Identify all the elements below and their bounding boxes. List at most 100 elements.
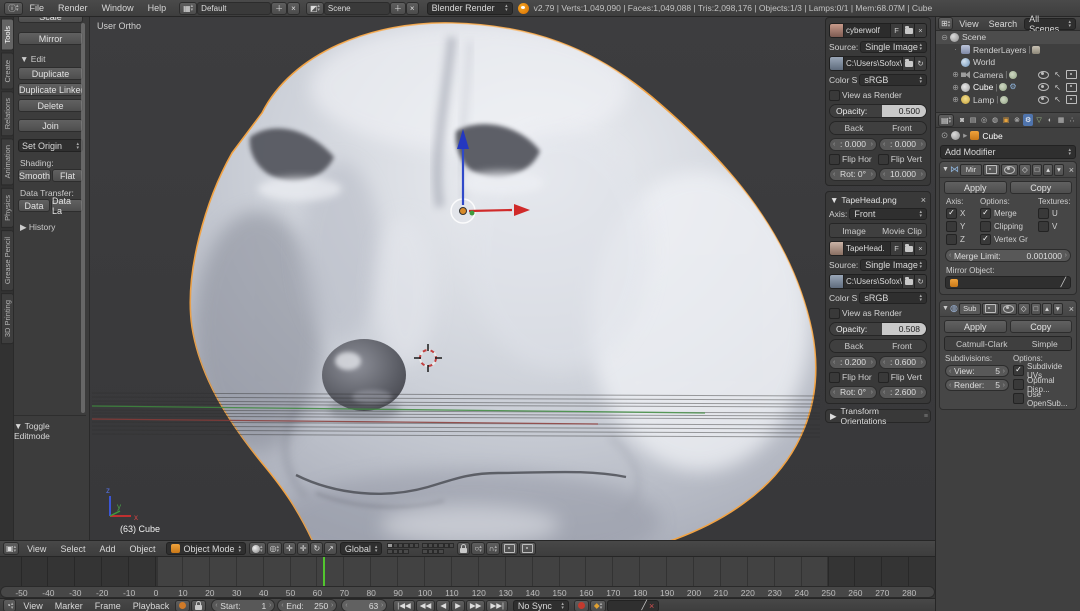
history-panel-header[interactable]: ▶ History: [20, 222, 86, 233]
menu-view[interactable]: View: [954, 19, 983, 29]
menu-render[interactable]: Render: [51, 3, 95, 13]
tab-tools[interactable]: Tools: [1, 19, 14, 51]
movieclip-toggle-button[interactable]: Movie Clip: [878, 224, 926, 237]
axis-select[interactable]: Front▴▾: [849, 208, 927, 220]
proportional-edit-button[interactable]: ○▴▾: [471, 542, 484, 555]
edit-panel-header[interactable]: ▼ Edit: [20, 54, 86, 64]
filepath-field[interactable]: C:\Users\Sofox\...: [844, 59, 902, 68]
image-datablock[interactable]: TapeHead. F ×: [829, 241, 927, 256]
front-button[interactable]: Front: [878, 122, 926, 134]
opengl-render-anim-button[interactable]: [519, 542, 536, 555]
auto-keyframe-button[interactable]: [175, 600, 190, 611]
pivot-point-button[interactable]: ◎▴▾: [267, 542, 283, 555]
screen-layout-icon[interactable]: ▦▴▾: [179, 2, 197, 15]
tab-constraints-icon[interactable]: ⊗: [1012, 114, 1022, 126]
viewport-shading-button[interactable]: ▴▾: [249, 542, 266, 555]
menu-view[interactable]: View: [17, 601, 48, 611]
rotate-manipulator-button[interactable]: ↻: [310, 542, 323, 555]
render-visibility-toggle[interactable]: [983, 164, 1000, 176]
play-button[interactable]: ▶: [451, 600, 465, 611]
data-icon[interactable]: [1000, 96, 1008, 104]
collapse-icon[interactable]: ▼: [942, 305, 949, 312]
reload-image-button[interactable]: ↻: [914, 57, 926, 70]
snap-button[interactable]: ∩▴▾: [486, 542, 500, 555]
on-cage-toggle[interactable]: □: [1032, 164, 1043, 176]
fake-user-button[interactable]: F: [890, 24, 902, 37]
flip-vertical-checkbox[interactable]: [878, 154, 889, 165]
set-origin-select[interactable]: Set Origin▴▾: [18, 139, 83, 152]
eyedropper-icon[interactable]: ╱: [1061, 277, 1066, 288]
close-scene-button[interactable]: ×: [406, 2, 419, 15]
opacity-slider[interactable]: Opacity:0.500: [829, 104, 927, 118]
editor-type-outliner-button[interactable]: ⊞▴▾: [938, 17, 953, 30]
size-field[interactable]: ‹10.000›: [879, 168, 927, 181]
flip-horizontal-checkbox[interactable]: [829, 372, 840, 383]
data-layout-button[interactable]: Data La: [51, 199, 83, 212]
back-button[interactable]: Back: [830, 340, 878, 352]
data-button[interactable]: Data: [18, 199, 50, 212]
camera-render-icon[interactable]: [1066, 95, 1077, 104]
data-icon[interactable]: [1009, 71, 1017, 79]
tab-world-icon[interactable]: ◍: [990, 114, 1000, 126]
texture-v-checkbox[interactable]: [1038, 221, 1049, 232]
open-image-button[interactable]: [902, 24, 914, 37]
simple-button[interactable]: Simple: [1019, 337, 1072, 350]
colorspace-select[interactable]: sRGB▴▾: [859, 292, 927, 304]
view-subdivisions-field[interactable]: ‹View:5›: [945, 365, 1009, 377]
move-down-button[interactable]: ▾: [1053, 303, 1063, 315]
view-as-render-checkbox[interactable]: [829, 90, 840, 101]
menu-window[interactable]: Window: [95, 3, 141, 13]
move-up-button[interactable]: ▴: [1042, 303, 1052, 315]
scene-name-field[interactable]: Scene: [324, 2, 390, 15]
remove-bg-image-button[interactable]: ×: [921, 195, 926, 205]
collapse-icon[interactable]: ▼: [942, 166, 949, 173]
mirror-button[interactable]: Mirror: [18, 32, 83, 45]
pointer-icon[interactable]: ↖: [1054, 70, 1061, 79]
add-modifier-select[interactable]: Add Modifier▴▾: [940, 145, 1076, 159]
pointer-icon[interactable]: ↖: [1054, 83, 1061, 92]
tab-render-layers-icon[interactable]: ▤: [968, 114, 978, 126]
timeline-playhead[interactable]: [323, 557, 325, 586]
delete-button[interactable]: Delete: [18, 99, 83, 112]
data-icon[interactable]: [999, 83, 1007, 91]
offset-x-field[interactable]: ‹: 0.200›: [829, 356, 877, 369]
optimal-display-checkbox[interactable]: [1013, 379, 1024, 390]
fake-user-button[interactable]: F: [890, 242, 902, 255]
merge-limit-field[interactable]: ‹Merge Limit:0.001000›: [945, 249, 1071, 262]
eye-icon[interactable]: [1038, 83, 1049, 91]
flip-horizontal-checkbox[interactable]: [829, 154, 840, 165]
eye-icon[interactable]: [1038, 96, 1049, 104]
wrench-icon[interactable]: [1009, 83, 1017, 91]
offset-y-field[interactable]: ‹: 0.600›: [879, 356, 927, 369]
mirror-modifier-header[interactable]: ▼ ⋈ Mir ◇ □ ▴ ▾ ×: [940, 162, 1076, 178]
viewport-visibility-toggle[interactable]: [1000, 303, 1017, 315]
image-toggle-button[interactable]: Image: [830, 224, 878, 237]
pointer-icon[interactable]: ↖: [1054, 95, 1061, 104]
manipulator-toggle-button[interactable]: ✛: [283, 542, 296, 555]
manipulator-y-handle[interactable]: [470, 211, 475, 216]
add-layout-button[interactable]: ＋: [271, 2, 287, 15]
smooth-button[interactable]: Smooth: [18, 169, 51, 182]
open-image-button[interactable]: [902, 242, 914, 255]
source-select[interactable]: Single Image▴▾: [860, 259, 927, 271]
tab-material-icon[interactable]: ◐: [1045, 114, 1055, 126]
on-cage-toggle[interactable]: □: [1031, 303, 1042, 315]
render-visibility-toggle[interactable]: [982, 303, 999, 315]
outliner-row-lamp[interactable]: ⊕Lamp|↖: [936, 94, 1080, 107]
orientation-select[interactable]: Global▴▾: [340, 542, 383, 555]
render-engine-select[interactable]: Blender Render▴▾: [427, 2, 513, 15]
menu-help[interactable]: Help: [141, 3, 174, 13]
menu-view[interactable]: View: [20, 544, 53, 554]
tab-scene-icon[interactable]: ◎: [979, 114, 989, 126]
render-subdivisions-field[interactable]: ‹Render:5›: [945, 379, 1009, 391]
copy-button[interactable]: Copy: [1010, 320, 1073, 333]
menu-frame[interactable]: Frame: [89, 601, 127, 611]
menu-playback[interactable]: Playback: [127, 601, 176, 611]
viewport-visibility-toggle[interactable]: [1001, 164, 1018, 176]
front-button[interactable]: Front: [878, 340, 926, 352]
timeline-ruler[interactable]: -50-40-30-20-100102030405060708090100110…: [0, 586, 935, 598]
browse-file-button[interactable]: [902, 57, 914, 70]
next-keyframe-button[interactable]: ▶▶: [466, 600, 486, 611]
menu-marker[interactable]: Marker: [49, 601, 89, 611]
layer-cell[interactable]: [438, 549, 443, 554]
